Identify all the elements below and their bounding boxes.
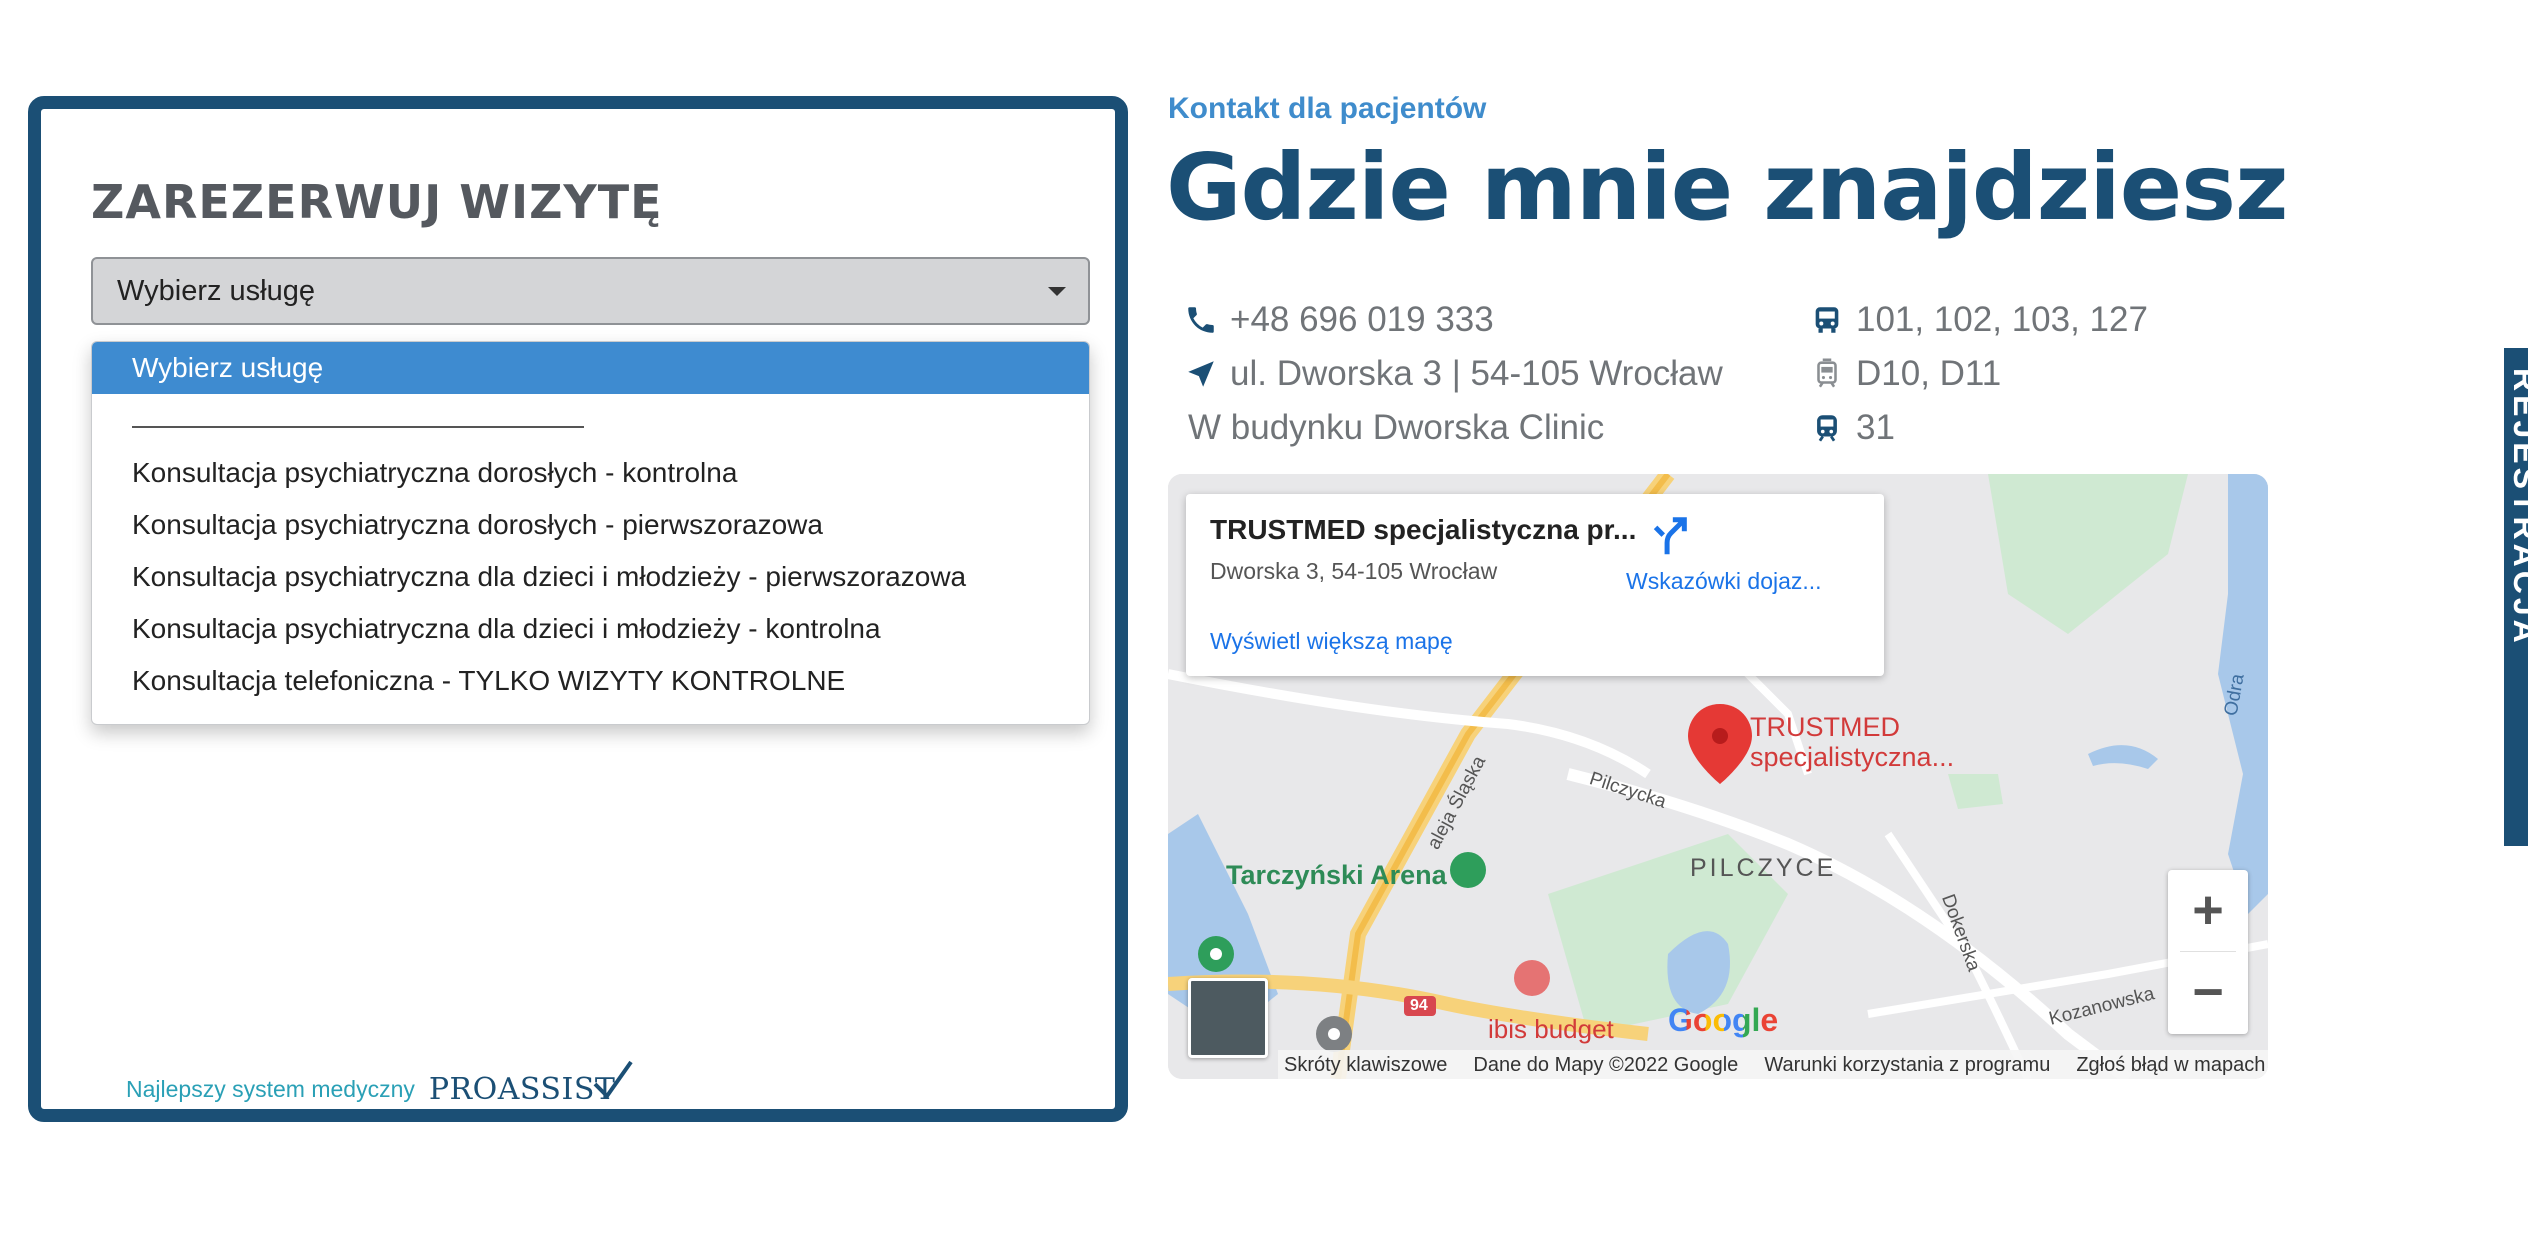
bus-row: 101, 102, 103, 127 bbox=[1810, 296, 2148, 344]
tram-row: D10, D11 bbox=[1810, 350, 2001, 398]
chevron-down-icon bbox=[1048, 287, 1066, 296]
directions-icon[interactable] bbox=[1646, 514, 1692, 560]
service-option-adult-followup[interactable]: Konsultacja psychiatryczna dorosłych - k… bbox=[92, 447, 1089, 499]
place-address: Dworska 3, 54-105 Wrocław bbox=[1210, 558, 1498, 584]
side-tab-label: REJESTRACJA bbox=[2507, 368, 2528, 647]
zoom-out-button[interactable]: − bbox=[2168, 952, 2248, 1032]
powered-by[interactable]: Najlepszy system medyczny PROASSIST bbox=[126, 1059, 634, 1119]
train-row: 31 bbox=[1810, 404, 1895, 452]
service-option-phone[interactable]: Konsultacja telefoniczna - TYLKO WIZYTY … bbox=[92, 655, 1089, 707]
place-name: TRUSTMED specjalistyczna pr... bbox=[1210, 514, 1637, 545]
view-larger-map-link[interactable]: Wyświetl większą mapę bbox=[1210, 628, 1453, 655]
booking-widget: ZAREZERWUJ WIZYTĘ Wybierz usługę Wybierz… bbox=[28, 96, 1128, 1122]
phone-icon bbox=[1184, 303, 1218, 337]
building-row: W budynku Dworska Clinic bbox=[1188, 404, 1604, 452]
satellite-toggle[interactable] bbox=[1188, 978, 1268, 1058]
zoom-controls: + − bbox=[2168, 870, 2248, 1034]
address-row: ul. Dworska 3 | 54-105 Wrocław bbox=[1184, 350, 1723, 398]
service-option-placeholder[interactable]: Wybierz usługę bbox=[92, 342, 1089, 394]
map-label-hotel[interactable]: ibis budget bbox=[1488, 1014, 1614, 1045]
tram-icon bbox=[1810, 357, 1844, 391]
terms-link[interactable]: Warunki korzystania z programu bbox=[1764, 1054, 2050, 1077]
map-data-credit: Dane do Mapy ©2022 Google bbox=[1473, 1053, 1739, 1076]
map-road-number: 94 bbox=[1410, 997, 1428, 1014]
booking-title: ZAREZERWUJ WIZYTĘ bbox=[91, 175, 663, 229]
train-icon bbox=[1810, 411, 1844, 445]
place-card: TRUSTMED specjalistyczna pr... Dworska 3… bbox=[1186, 494, 1884, 676]
page-title: Gdzie mnie znajdziesz bbox=[1166, 134, 2288, 241]
location-arrow-icon bbox=[1184, 357, 1218, 391]
directions-link[interactable]: Wskazówki dojaz... bbox=[1626, 568, 1822, 595]
zoom-in-button[interactable]: + bbox=[2168, 870, 2248, 950]
keyboard-shortcuts-link[interactable]: Skróty klawiszowe bbox=[1284, 1054, 1447, 1077]
bus-lines: 101, 102, 103, 127 bbox=[1856, 300, 2148, 339]
google-logo: Google bbox=[1668, 1002, 1779, 1038]
map-marker-label-2[interactable]: specjalistyczna... bbox=[1750, 742, 1954, 773]
contact-kicker: Kontakt dla pacjentów bbox=[1168, 92, 1487, 125]
service-select-value: Wybierz usługę bbox=[117, 275, 315, 307]
side-tab[interactable]: REJESTRACJA bbox=[2504, 348, 2528, 846]
other-lines: 31 bbox=[1856, 408, 1895, 447]
service-option-child-first[interactable]: Konsultacja psychiatryczna dla dzieci i … bbox=[92, 551, 1089, 603]
proassist-logo: PROASSIST bbox=[429, 1060, 634, 1107]
service-option-adult-first[interactable]: Konsultacja psychiatryczna dorosłych - p… bbox=[92, 499, 1089, 551]
map-marker-label-1[interactable]: TRUSTMED bbox=[1750, 712, 1900, 743]
google-map[interactable]: TRUSTMED specjalistyczna... Tarczyński A… bbox=[1168, 474, 2268, 1079]
phone-number: +48 696 019 333 bbox=[1230, 300, 1494, 339]
map-attribution: Skróty klawiszowe Dane do Mapy ©2022 Goo… bbox=[1278, 1050, 2268, 1079]
bus-icon bbox=[1810, 303, 1844, 337]
tram-lines: D10, D11 bbox=[1856, 354, 2002, 393]
service-dropdown: Wybierz usługę Konsultacja psychiatryczn… bbox=[91, 341, 1090, 725]
service-select[interactable]: Wybierz usługę bbox=[91, 257, 1090, 325]
service-option-child-followup[interactable]: Konsultacja psychiatryczna dla dzieci i … bbox=[92, 603, 1089, 655]
address-text: ul. Dworska 3 | 54-105 Wrocław bbox=[1230, 354, 1723, 393]
report-error-link[interactable]: Zgłoś błąd w mapach bbox=[2076, 1054, 2265, 1077]
map-label-district: PILCZYCE bbox=[1690, 854, 1837, 882]
footer-tagline: Najlepszy system medyczny bbox=[126, 1075, 415, 1102]
phone-row[interactable]: +48 696 019 333 bbox=[1184, 296, 1494, 344]
checkmark-icon bbox=[593, 1060, 634, 1099]
dropdown-divider bbox=[132, 426, 584, 428]
building-text: W budynku Dworska Clinic bbox=[1188, 408, 1605, 447]
map-label-arena[interactable]: Tarczyński Arena bbox=[1226, 860, 1447, 891]
